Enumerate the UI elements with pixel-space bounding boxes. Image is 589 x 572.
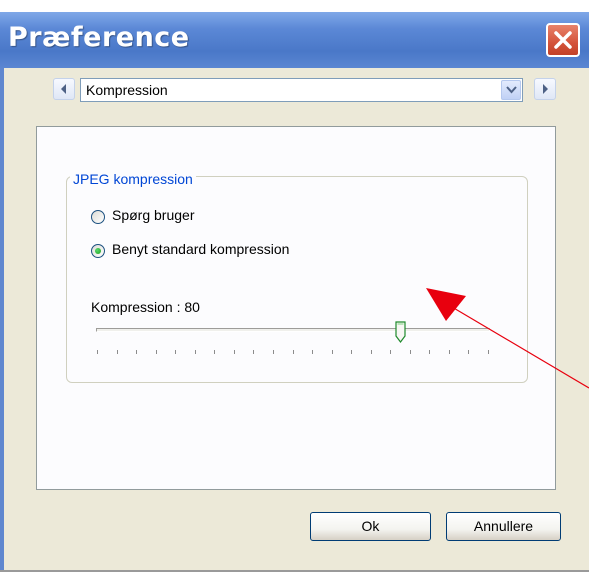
arrow-annotation-icon [426, 288, 589, 389]
